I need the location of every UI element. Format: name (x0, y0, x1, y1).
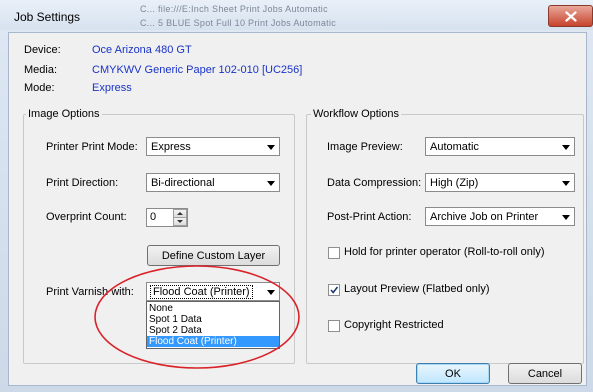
image-options-title: Image Options (26, 108, 102, 120)
image-preview-value: Automatic (430, 141, 479, 153)
post-print-action-value: Archive Job on Printer (430, 211, 539, 223)
image-preview-select[interactable]: Automatic (425, 137, 575, 156)
print-direction-label: Print Direction: (46, 177, 119, 189)
layout-preview-label: Layout Preview (Flatbed only) (344, 283, 490, 295)
data-compression-value: High (Zip) (430, 177, 479, 189)
arrow-up-icon (177, 212, 183, 215)
data-compression-select[interactable]: High (Zip) (425, 173, 575, 192)
ok-button[interactable]: OK (416, 363, 490, 384)
annotation-ellipse (94, 265, 300, 369)
print-mode-value: Express (151, 141, 191, 153)
spin-down-button[interactable] (173, 217, 187, 226)
print-mode-label: Printer Print Mode: (46, 141, 138, 153)
image-preview-label: Image Preview: (327, 141, 403, 153)
dialog-title: Job Settings (14, 10, 81, 24)
mode-label: Mode: (24, 82, 55, 94)
media-value: CMYKWV Generic Paper 102-010 [UC256] (92, 64, 303, 76)
background-window-text: C... file:///E:Inch Sheet Print Jobs Aut… (140, 4, 328, 14)
cancel-button[interactable]: Cancel (508, 363, 582, 384)
chevron-down-icon (267, 145, 275, 150)
chevron-down-icon (562, 181, 570, 186)
data-compression-label: Data Compression: (327, 177, 422, 189)
print-direction-select[interactable]: Bi-directional (146, 173, 280, 192)
copyright-restricted-checkbox[interactable] (328, 320, 340, 332)
close-button[interactable] (548, 5, 593, 27)
close-icon (564, 10, 577, 22)
chevron-down-icon (562, 215, 570, 220)
device-label: Device: (24, 44, 61, 56)
post-print-action-select[interactable]: Archive Job on Printer (425, 207, 575, 226)
checkmark-icon (330, 286, 339, 294)
workflow-options-title: Workflow Options (311, 108, 401, 120)
post-print-action-label: Post-Print Action: (327, 211, 412, 223)
chevron-down-icon (267, 181, 275, 186)
copyright-restricted-label: Copyright Restricted (344, 319, 444, 331)
chevron-down-icon (562, 145, 570, 150)
print-mode-select[interactable]: Express (146, 137, 280, 156)
layout-preview-checkbox[interactable] (328, 284, 340, 296)
device-value: Oce Arizona 480 GT (92, 44, 192, 56)
print-direction-value: Bi-directional (151, 177, 215, 189)
mode-value: Express (92, 82, 132, 94)
hold-for-operator-label: Hold for printer operator (Roll-to-roll … (344, 246, 545, 258)
overprint-count-label: Overprint Count: (46, 211, 127, 223)
background-window-text: C... 5 BLUE Spot Full 10 Print Jobs Auto… (140, 18, 337, 28)
media-label: Media: (24, 64, 58, 76)
arrow-down-icon (177, 220, 183, 223)
overprint-count-value: 0 (150, 211, 157, 223)
hold-for-operator-checkbox[interactable] (328, 247, 340, 259)
